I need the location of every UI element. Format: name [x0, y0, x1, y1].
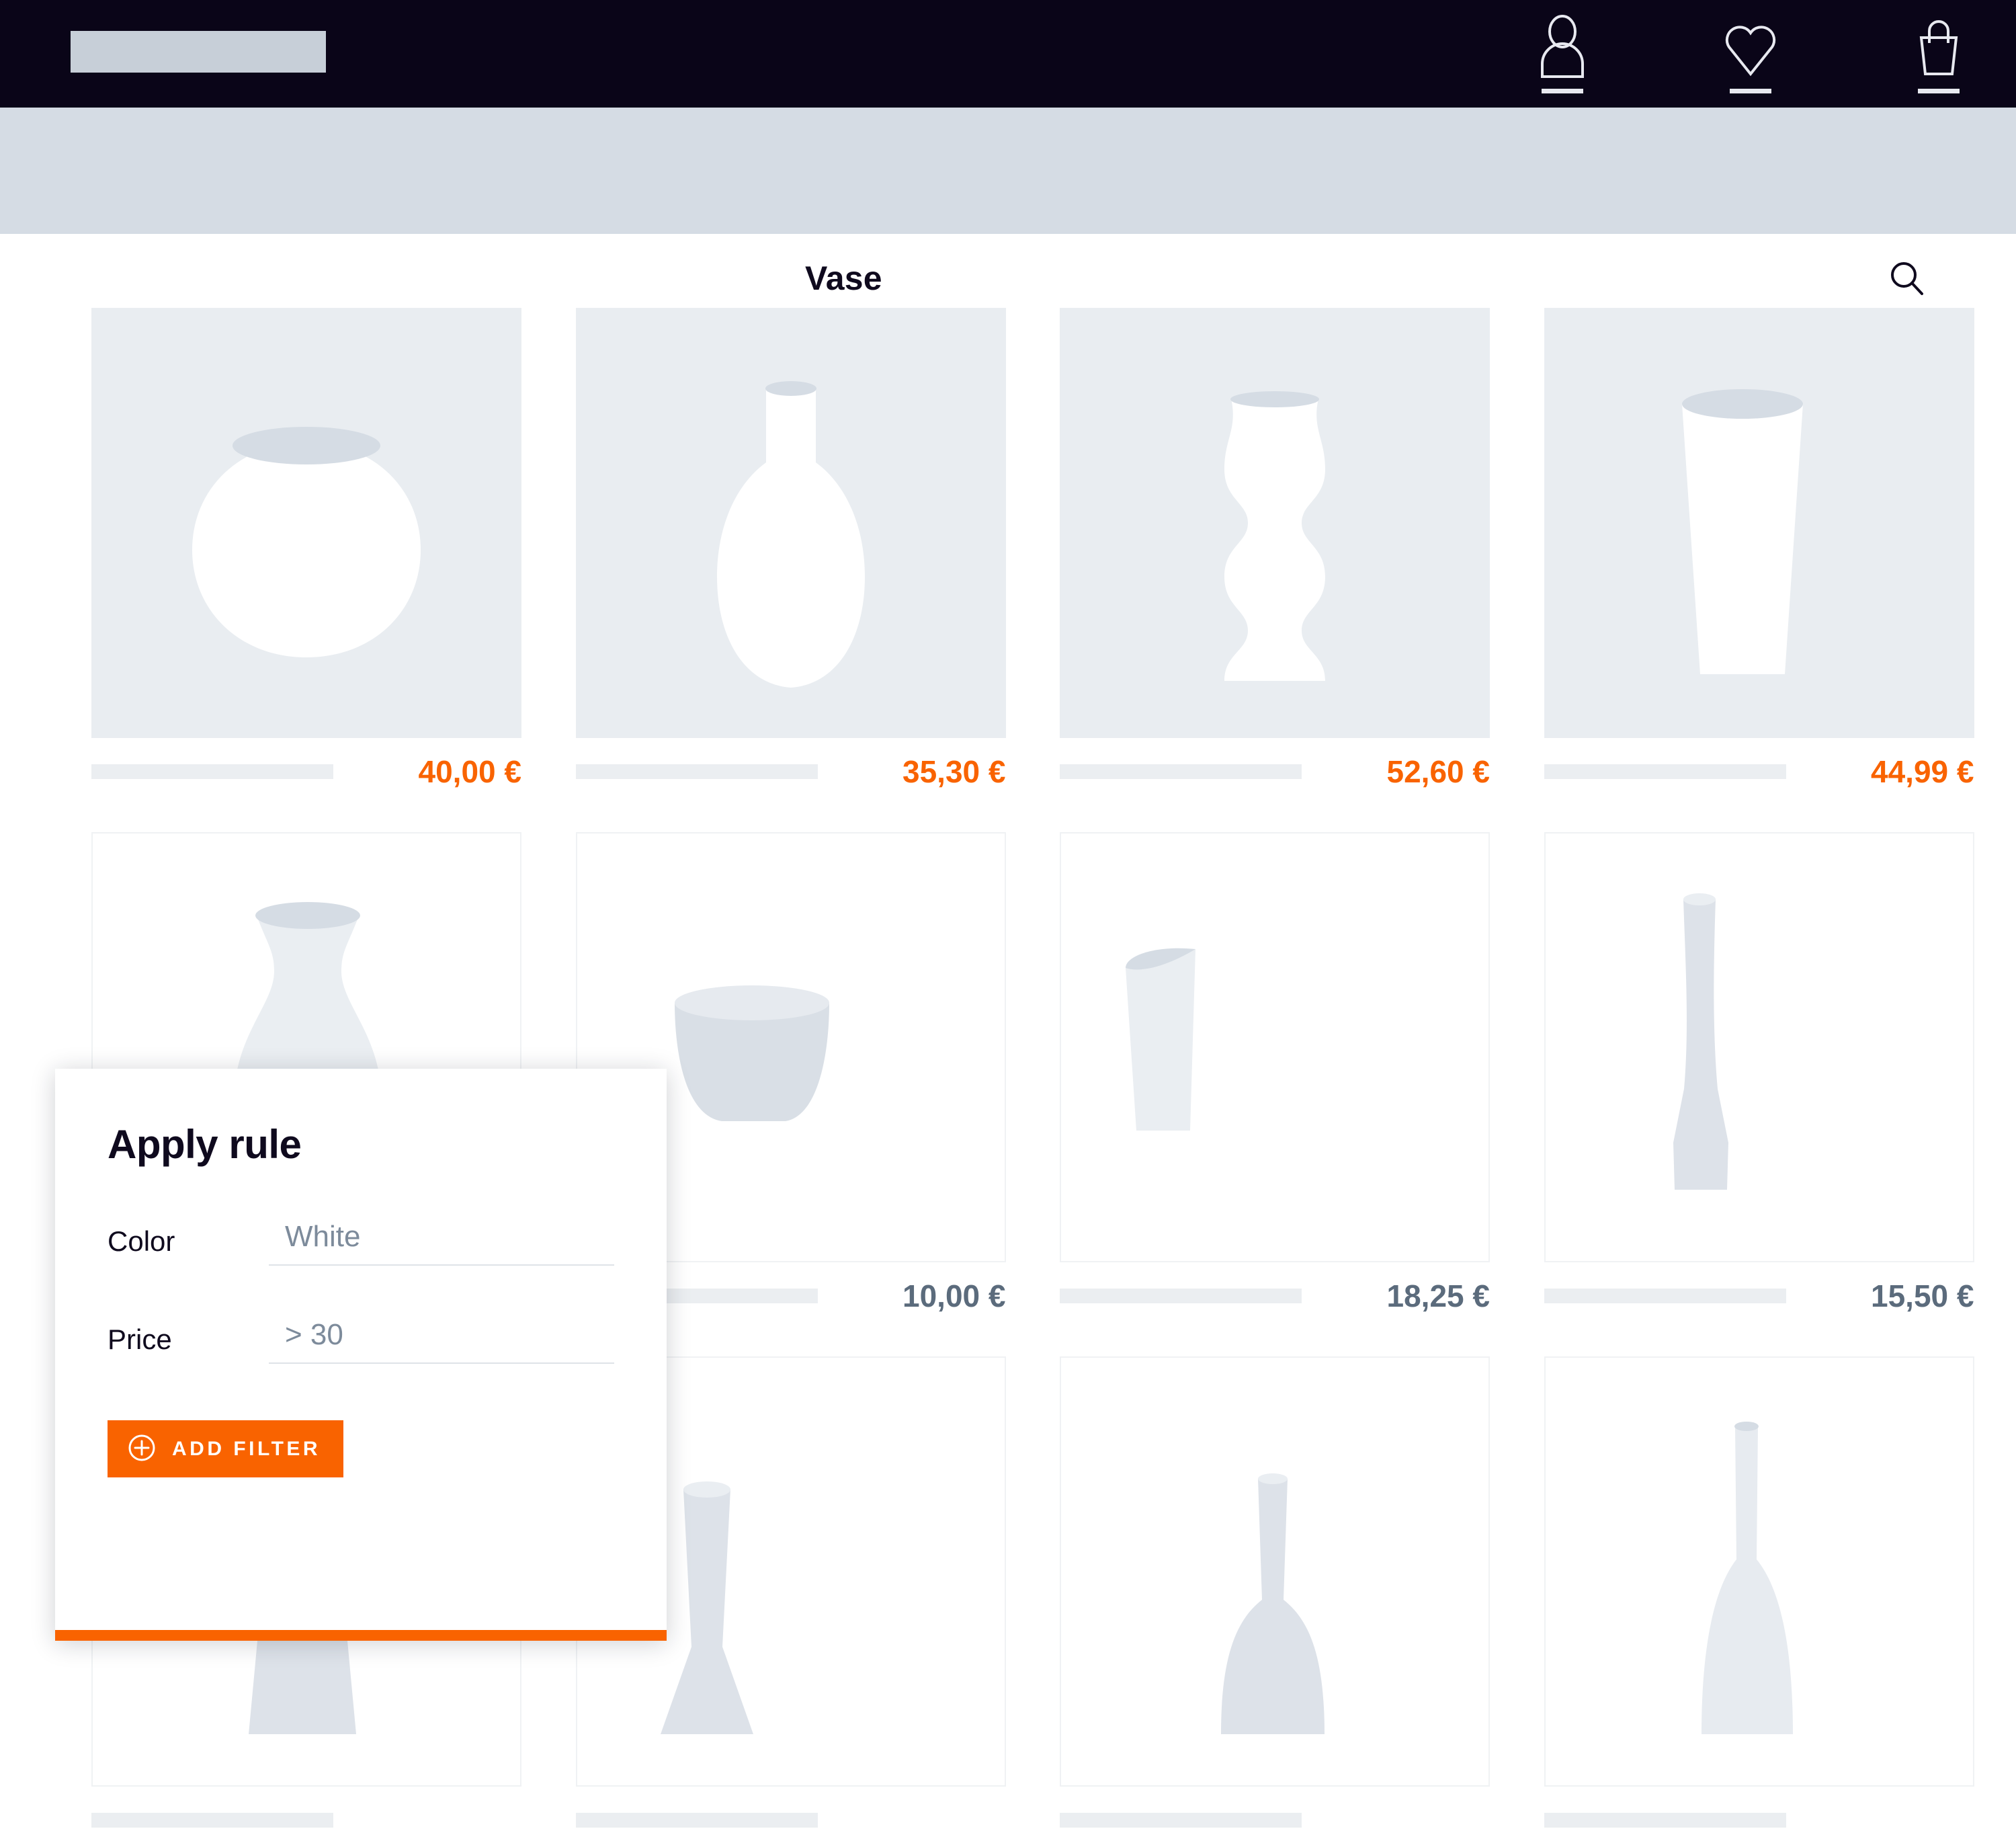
- product-thumbnail[interactable]: [576, 308, 1006, 738]
- modal-content: Apply rule Color White Price > 30 ADD FI…: [55, 1069, 667, 1477]
- user-account-icon-button[interactable]: [1522, 15, 1603, 93]
- product-meta: [91, 1805, 521, 1835]
- product-thumbnail[interactable]: [1544, 308, 1974, 738]
- product-title-placeholder: [1544, 1813, 1786, 1828]
- product-price: 35,30 €: [902, 753, 1005, 790]
- product-card[interactable]: 52,60 €: [1060, 308, 1532, 786]
- product-thumbnail[interactable]: [1544, 1356, 1974, 1787]
- product-thumbnail[interactable]: [1060, 1356, 1490, 1787]
- heart-wishlist-icon: [1721, 15, 1780, 79]
- product-card[interactable]: 40,00 €: [91, 308, 564, 786]
- color-input[interactable]: White: [269, 1220, 614, 1266]
- modal-accent-bar: [55, 1630, 667, 1641]
- product-row: 40,00 € 35,30 €: [0, 308, 2016, 786]
- logo-placeholder[interactable]: [71, 31, 326, 73]
- user-account-underline: [1542, 89, 1583, 93]
- user-account-icon: [1533, 15, 1592, 79]
- narrow-stem-vase-icon: [1546, 1358, 1974, 1787]
- product-price: 15,50 €: [1871, 1278, 1974, 1314]
- product-price: 40,00 €: [419, 753, 521, 790]
- product-title-placeholder: [576, 764, 818, 779]
- product-card[interactable]: [1060, 1356, 1532, 1835]
- product-title-placeholder: [91, 1813, 333, 1828]
- product-meta: 52,60 €: [1060, 757, 1490, 786]
- price-field-row: Price > 30: [108, 1318, 614, 1364]
- product-meta: [1544, 1805, 1974, 1835]
- product-price: 18,25 €: [1387, 1278, 1490, 1314]
- product-meta: 35,30 €: [576, 757, 1006, 786]
- shopping-bag-icon-button[interactable]: [1898, 15, 1979, 93]
- product-title-placeholder: [1060, 1289, 1302, 1303]
- product-meta: [1060, 1805, 1490, 1835]
- product-thumbnail[interactable]: [91, 308, 521, 738]
- modal-title: Apply rule: [108, 1121, 614, 1168]
- slanted-cup-vase-icon: [1061, 833, 1490, 1262]
- heart-wishlist-icon-button[interactable]: [1710, 15, 1791, 93]
- plus-circle-icon: [128, 1434, 156, 1464]
- wavy-lobed-vase-icon: [1060, 308, 1490, 738]
- product-meta: [576, 1805, 1006, 1835]
- shopping-bag-underline: [1918, 89, 1960, 93]
- add-filter-button[interactable]: ADD FILTER: [108, 1420, 343, 1477]
- price-input[interactable]: > 30: [269, 1318, 614, 1364]
- product-title-placeholder: [91, 764, 333, 779]
- slim-tall-vase-icon: [1546, 833, 1974, 1262]
- apply-rule-modal: Apply rule Color White Price > 30 ADD FI…: [55, 1069, 667, 1641]
- nav-icon-group: [1522, 15, 1979, 93]
- bulb-neck-vase-icon: [1061, 1358, 1490, 1787]
- product-title-placeholder: [576, 1813, 818, 1828]
- product-meta: 44,99 €: [1544, 757, 1974, 786]
- product-price: 52,60 €: [1387, 753, 1490, 790]
- product-meta: 40,00 €: [91, 757, 521, 786]
- product-price: 44,99 €: [1871, 753, 1974, 790]
- heart-wishlist-underline: [1730, 89, 1771, 93]
- round-bowl-vase-icon: [91, 308, 521, 738]
- product-card[interactable]: 44,99 €: [1544, 308, 2016, 786]
- product-price: 10,00 €: [902, 1278, 1005, 1314]
- product-card[interactable]: [1544, 1356, 2016, 1835]
- color-field-row: Color White: [108, 1220, 614, 1266]
- product-thumbnail[interactable]: [1060, 832, 1490, 1262]
- product-title-placeholder: [1544, 764, 1786, 779]
- product-meta: 18,25 €: [1060, 1281, 1490, 1311]
- bottle-neck-vase-icon: [576, 308, 1006, 738]
- product-title-placeholder: [1060, 764, 1302, 779]
- product-card[interactable]: 18,25 €: [1060, 832, 1532, 1311]
- shopping-bag-icon: [1909, 15, 1968, 79]
- color-field-label: Color: [108, 1225, 269, 1266]
- product-title-placeholder: [1060, 1813, 1302, 1828]
- search-bar-region: Vase: [0, 108, 2016, 234]
- add-filter-label: ADD FILTER: [172, 1438, 321, 1461]
- product-thumbnail[interactable]: [1060, 308, 1490, 738]
- product-title-placeholder: [1544, 1289, 1786, 1303]
- top-navigation-bar: [0, 0, 2016, 108]
- product-card[interactable]: 35,30 €: [576, 308, 1048, 786]
- price-field-label: Price: [108, 1323, 269, 1364]
- product-thumbnail[interactable]: [1544, 832, 1974, 1262]
- tapered-cylinder-vase-icon: [1544, 308, 1974, 738]
- product-meta: 15,50 €: [1544, 1281, 1974, 1311]
- product-card[interactable]: 15,50 €: [1544, 832, 2016, 1311]
